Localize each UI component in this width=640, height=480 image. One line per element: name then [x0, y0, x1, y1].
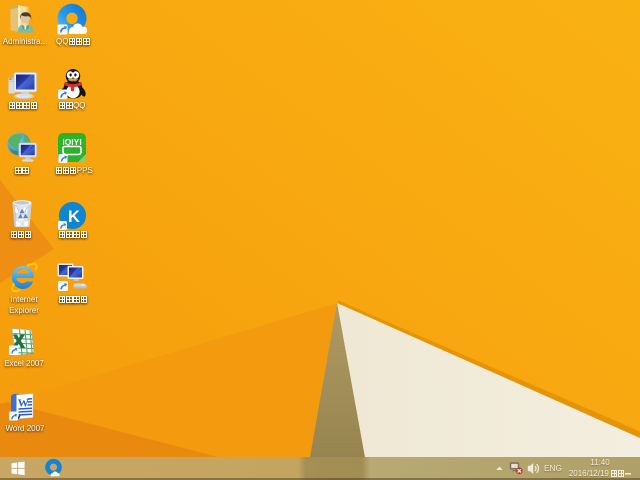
svg-text:K: K [68, 208, 80, 226]
svg-text:iQIYI: iQIYI [62, 137, 81, 147]
svg-text:W: W [18, 397, 29, 409]
